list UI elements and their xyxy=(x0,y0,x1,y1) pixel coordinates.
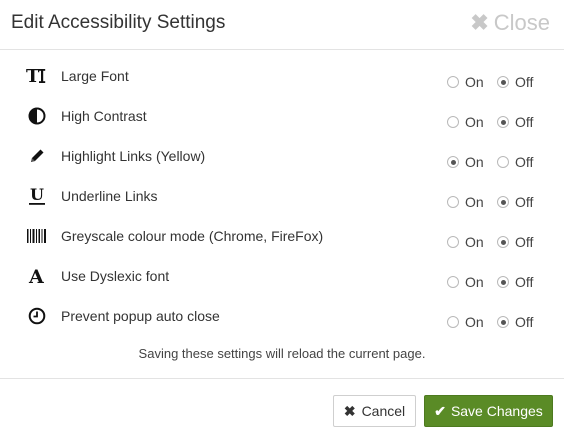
radio-label: Off xyxy=(515,74,534,90)
radio-button[interactable] xyxy=(497,116,509,128)
svg-text:A: A xyxy=(28,266,44,286)
radio-label: On xyxy=(465,194,484,210)
radio-button[interactable] xyxy=(497,76,509,88)
setting-row-high-contrast: High Contrast On Off xyxy=(0,105,564,145)
close-label: Close xyxy=(493,10,550,35)
cancel-label: Cancel xyxy=(361,403,406,419)
setting-label: Greyscale colour mode (Chrome, FireFox) xyxy=(61,228,324,244)
radio-button[interactable] xyxy=(447,76,459,88)
accessibility-dialog: Edit Accessibility Settings ✖ Close T La… xyxy=(0,0,564,439)
large-font-on-radio[interactable]: On xyxy=(447,74,484,90)
radio-label: Off xyxy=(515,314,534,330)
cancel-button[interactable]: ✖ Cancel xyxy=(333,395,416,427)
dialog-footer: ✖ Cancel ✔ Save Changes xyxy=(0,378,564,439)
large-font-off-radio[interactable]: Off xyxy=(497,74,533,90)
setting-row-dyslexic-font: A Use Dyslexic font On Off xyxy=(0,265,564,305)
radio-button[interactable] xyxy=(497,276,509,288)
radio-label: On xyxy=(465,234,484,250)
radio-button[interactable] xyxy=(447,276,459,288)
barcode-icon xyxy=(26,225,48,247)
close-button[interactable]: ✖ Close xyxy=(470,10,550,36)
setting-label: High Contrast xyxy=(61,108,147,124)
setting-row-highlight-links: Highlight Links (Yellow) On Off xyxy=(0,145,564,185)
radio-label: Off xyxy=(515,274,534,290)
radio-label: Off xyxy=(515,154,534,170)
setting-row-greyscale: Greyscale colour mode (Chrome, FireFox) … xyxy=(0,225,564,265)
underline-links-off-radio[interactable]: Off xyxy=(497,194,533,210)
setting-label: Highlight Links (Yellow) xyxy=(61,148,206,164)
close-icon: ✖ xyxy=(470,10,489,35)
svg-text:T: T xyxy=(26,66,40,86)
radio-button[interactable] xyxy=(497,196,509,208)
greyscale-off-radio[interactable]: Off xyxy=(497,234,533,250)
radio-button[interactable] xyxy=(497,236,509,248)
high-contrast-on-radio[interactable]: On xyxy=(447,114,484,130)
setting-label: Underline Links xyxy=(61,188,158,204)
setting-row-underline-links: U Underline Links On Off xyxy=(0,185,564,225)
dialog-title: Edit Accessibility Settings xyxy=(11,12,226,33)
prevent-auto-close-off-radio[interactable]: Off xyxy=(497,314,533,330)
checkmark-icon: ✔ xyxy=(434,402,446,419)
underline-links-on-radio[interactable]: On xyxy=(447,194,484,210)
setting-row-large-font: T Large Font On Off xyxy=(0,65,564,105)
contrast-icon xyxy=(26,105,48,127)
radio-button[interactable] xyxy=(447,236,459,248)
setting-label: Prevent popup auto close xyxy=(61,308,220,324)
radio-label: On xyxy=(465,274,484,290)
radio-label: On xyxy=(465,154,484,170)
greyscale-on-radio[interactable]: On xyxy=(447,234,484,250)
svg-text:U: U xyxy=(30,186,44,204)
radio-button[interactable] xyxy=(447,316,459,328)
clock-icon xyxy=(26,305,48,327)
dyslexic-font-off-radio[interactable]: Off xyxy=(497,274,533,290)
dyslexic-font-on-radio[interactable]: On xyxy=(447,274,484,290)
radio-button[interactable] xyxy=(497,156,509,168)
close-icon: ✖ xyxy=(343,402,356,419)
highlight-links-on-radio[interactable]: On xyxy=(447,154,484,170)
radio-button[interactable] xyxy=(447,116,459,128)
high-contrast-off-radio[interactable]: Off xyxy=(497,114,533,130)
highlight-links-off-radio[interactable]: Off xyxy=(497,154,533,170)
dialog-header: Edit Accessibility Settings ✖ Close xyxy=(0,0,564,50)
pencil-icon xyxy=(26,145,48,167)
save-label: Save Changes xyxy=(450,403,543,419)
radio-label: On xyxy=(465,314,484,330)
text-size-icon: T xyxy=(26,65,48,87)
font-icon: A xyxy=(26,265,48,287)
radio-label: On xyxy=(465,74,484,90)
reload-note: Saving these settings will reload the cu… xyxy=(138,346,426,361)
radio-button[interactable] xyxy=(447,156,459,168)
radio-label: Off xyxy=(515,194,534,210)
setting-label: Use Dyslexic font xyxy=(61,268,170,284)
radio-label: Off xyxy=(515,234,534,250)
save-changes-button[interactable]: ✔ Save Changes xyxy=(424,395,553,427)
radio-button[interactable] xyxy=(447,196,459,208)
radio-label: On xyxy=(465,114,484,130)
setting-row-prevent-auto-close: Prevent popup auto close On Off xyxy=(0,305,564,345)
radio-button[interactable] xyxy=(497,316,509,328)
radio-label: Off xyxy=(515,114,534,130)
underline-icon: U xyxy=(26,185,48,207)
prevent-auto-close-on-radio[interactable]: On xyxy=(447,314,484,330)
setting-label: Large Font xyxy=(61,68,129,84)
